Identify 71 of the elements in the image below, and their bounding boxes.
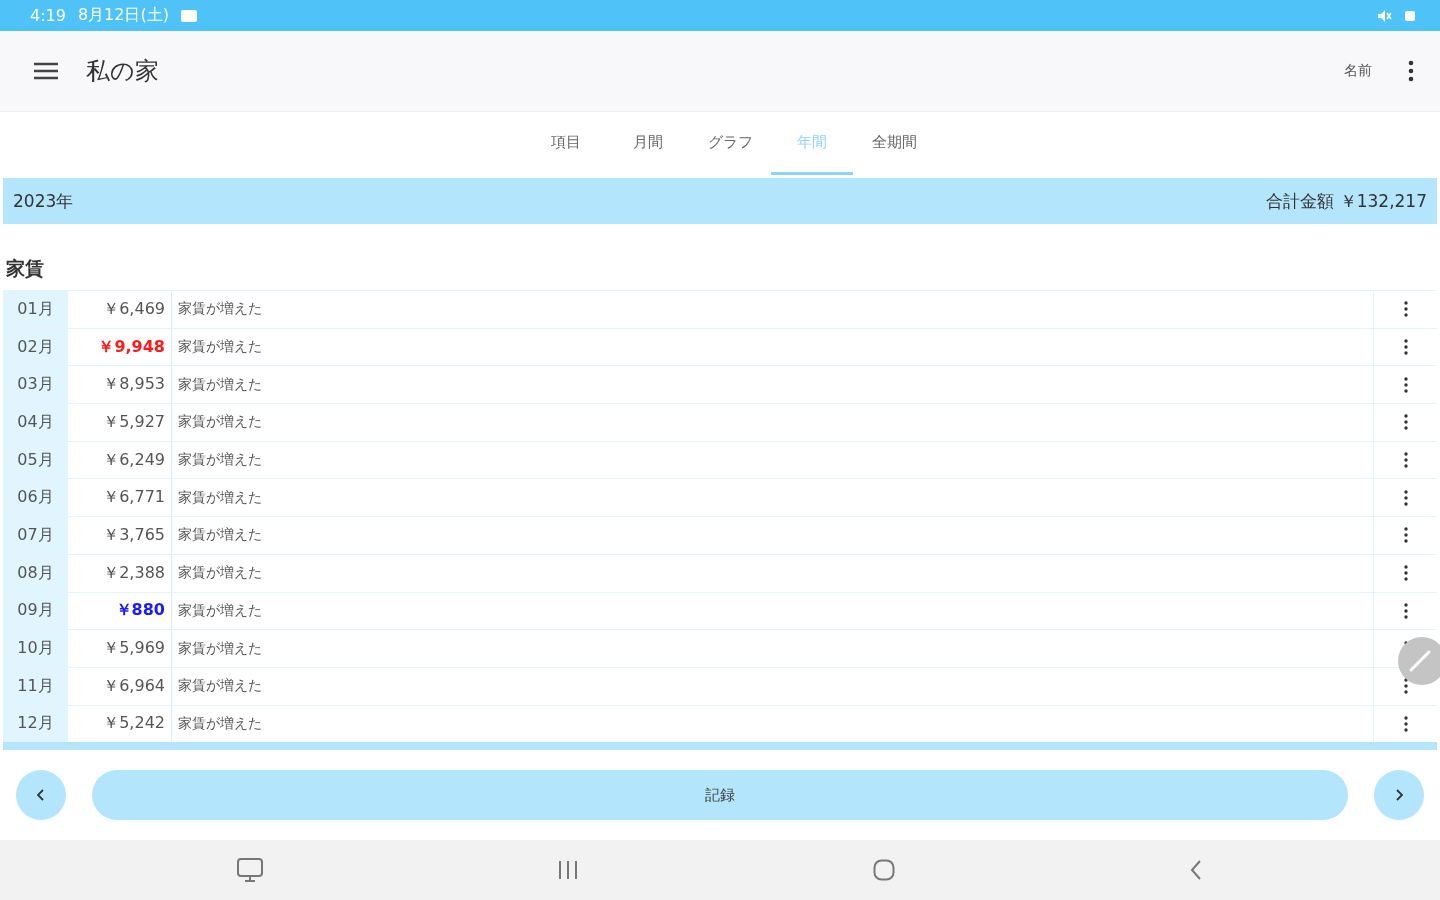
more-icon[interactable] [1403, 715, 1408, 732]
month-cell: 09月 [3, 592, 68, 630]
name-button[interactable]: 名前 [1338, 61, 1378, 81]
status-time: 4:19 [30, 6, 66, 25]
note-cell: 家賃が増えた [172, 404, 1374, 441]
total-amount: 合計金額 ￥132,217 [1266, 189, 1427, 213]
note-cell: 家賃が増えた [172, 705, 1374, 743]
month-cell: 07月 [3, 517, 68, 554]
note-cell: 家賃が増えた [172, 328, 1374, 366]
amount-cell: ￥9,948 [68, 328, 172, 366]
note-cell: 家賃が増えた [172, 441, 1374, 479]
amount-cell: ￥5,242 [68, 705, 172, 743]
more-icon[interactable] [1403, 414, 1408, 431]
more-icon[interactable] [1403, 339, 1408, 356]
more-icon[interactable] [1408, 60, 1414, 82]
screen-icon[interactable] [237, 858, 263, 883]
tab[interactable]: 全期間 [853, 112, 935, 175]
amount-cell: ￥5,969 [68, 630, 172, 667]
chevron-right-icon [1395, 789, 1403, 802]
note-cell: 家賃が増えた [172, 667, 1374, 705]
amount-cell: ￥6,964 [68, 667, 172, 705]
note-cell: 家賃が増えた [172, 592, 1374, 630]
note-cell: 家賃が増えた [172, 479, 1374, 517]
more-icon[interactable] [1403, 489, 1408, 506]
amount-cell: ￥3,765 [68, 517, 172, 554]
tab[interactable]: 項目 [525, 112, 607, 175]
more-icon[interactable] [1403, 678, 1408, 695]
amount-cell: ￥6,249 [68, 441, 172, 479]
more-icon[interactable] [1403, 301, 1408, 318]
back-icon[interactable] [1189, 859, 1203, 882]
app-title: 私の家 [86, 56, 159, 87]
chevron-left-icon [37, 789, 45, 802]
amount-cell: ￥2,388 [68, 554, 172, 592]
recent-apps-icon[interactable] [557, 860, 579, 881]
status-date: 8月12日(土) [77, 5, 169, 26]
month-cell: 03月 [3, 366, 68, 404]
month-cell: 08月 [3, 554, 68, 592]
pencil-icon [1408, 649, 1432, 673]
month-cell: 01月 [3, 291, 68, 328]
note-cell: 家賃が増えた [172, 630, 1374, 667]
more-icon[interactable] [1403, 376, 1408, 393]
record-button[interactable]: 記録 [92, 770, 1348, 821]
tab[interactable]: グラフ [689, 112, 771, 175]
month-cell: 12月 [3, 705, 68, 743]
note-cell: 家賃が増えた [172, 554, 1374, 592]
note-cell: 家賃が増えた [172, 517, 1374, 554]
tab[interactable]: 月間 [607, 112, 689, 175]
amount-cell: ￥5,927 [68, 404, 172, 441]
note-cell: 家賃が増えた [172, 291, 1374, 328]
year-label: 2023年 [13, 189, 74, 213]
amount-cell: ￥6,771 [68, 479, 172, 517]
month-cell: 06月 [3, 479, 68, 517]
amount-cell: ￥6,469 [68, 291, 172, 328]
amount-cell: ￥8,953 [68, 366, 172, 404]
note-cell: 家賃が増えた [172, 366, 1374, 404]
month-cell: 10月 [3, 630, 68, 667]
month-cell: 02月 [3, 328, 68, 366]
home-icon[interactable] [873, 859, 895, 882]
month-cell: 04月 [3, 404, 68, 441]
section-title: 家賃 [6, 256, 45, 281]
more-icon[interactable] [1403, 527, 1408, 544]
more-icon[interactable] [1403, 602, 1408, 619]
amount-cell: ￥880 [68, 592, 172, 630]
month-cell: 11月 [3, 667, 68, 705]
notification-icon [180, 9, 197, 22]
menu-icon[interactable] [34, 62, 58, 80]
month-cell: 05月 [3, 441, 68, 479]
mute-icon [1378, 9, 1392, 22]
more-icon[interactable] [1403, 452, 1408, 469]
more-icon[interactable] [1403, 565, 1408, 582]
battery-icon [1404, 9, 1416, 22]
